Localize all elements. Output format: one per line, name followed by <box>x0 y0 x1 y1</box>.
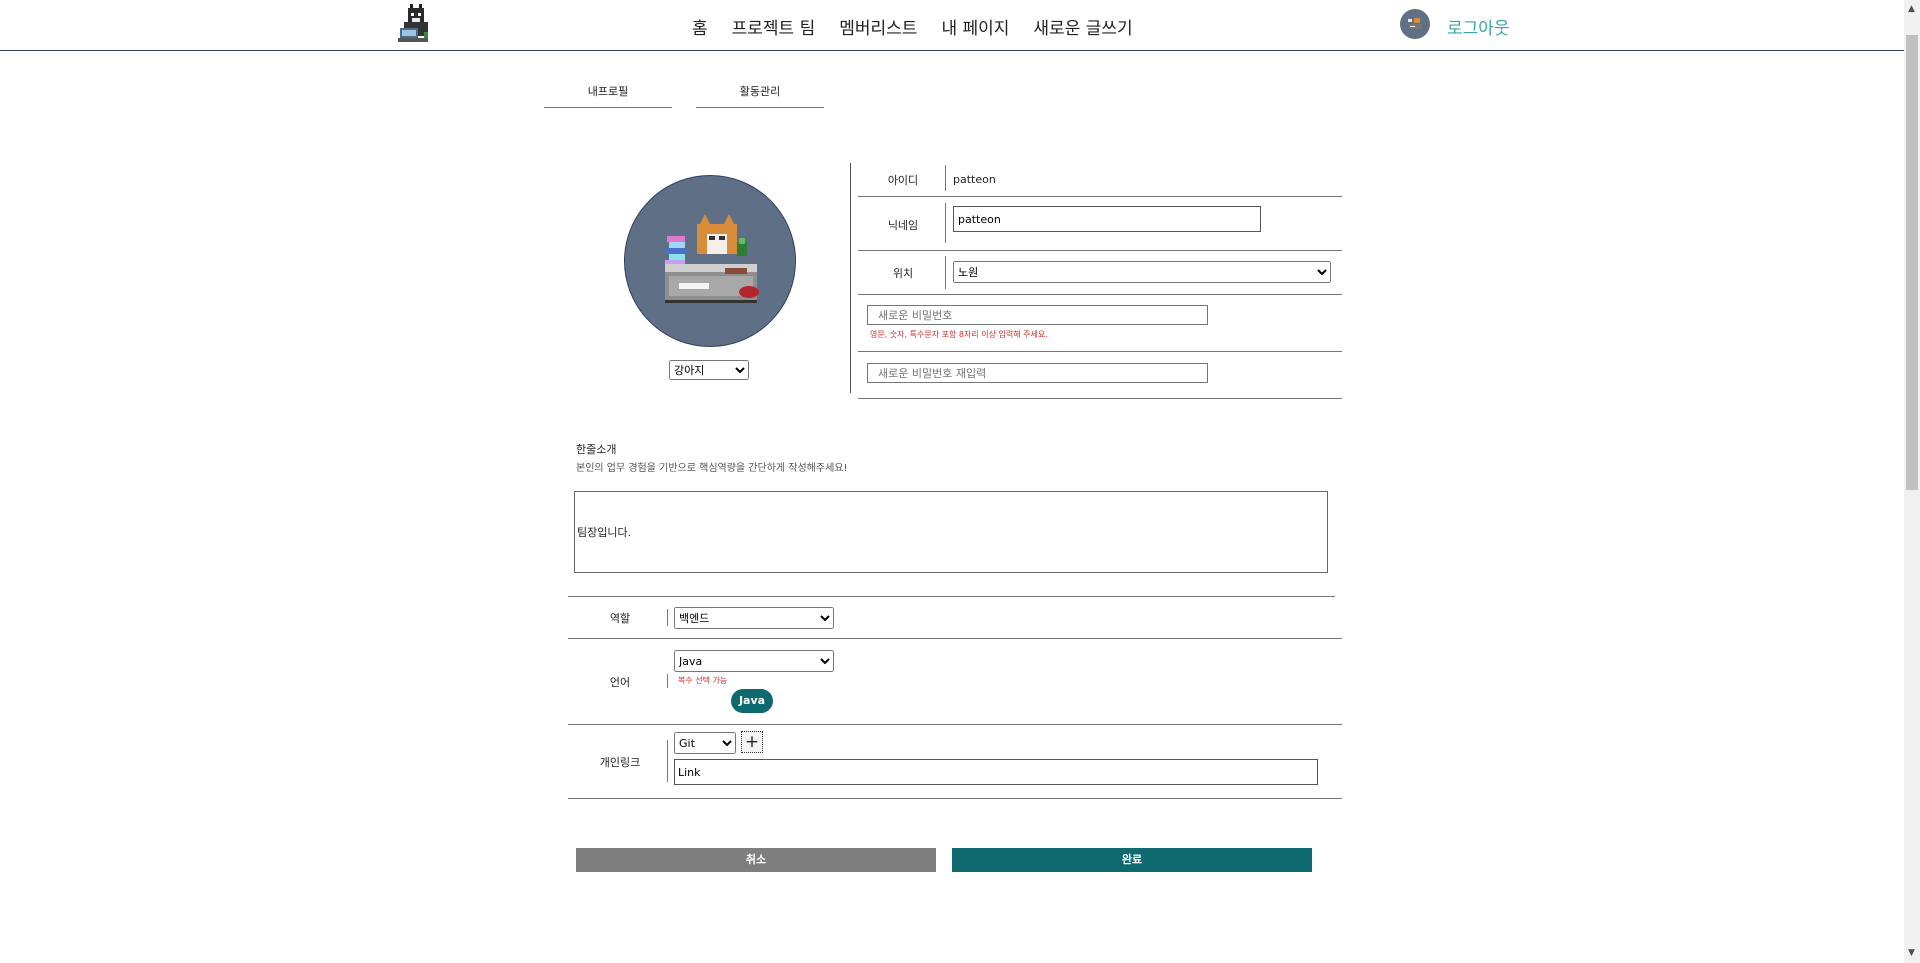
cancel-button[interactable]: 취소 <box>576 848 936 872</box>
nav-home[interactable]: 홈 <box>692 14 708 39</box>
main-nav: 홈 프로젝트 팀 멤버리스트 내 페이지 새로운 글쓰기 <box>692 14 1133 39</box>
nickname-input[interactable] <box>953 206 1261 232</box>
user-avatar-icon[interactable] <box>1400 9 1430 39</box>
tab-activity-management[interactable]: 활동관리 <box>696 83 824 108</box>
id-value: patteon <box>953 173 996 186</box>
section-divider <box>568 798 1342 799</box>
logout-link[interactable]: 로그아웃 <box>1447 14 1510 39</box>
section-divider <box>568 638 1342 639</box>
link-input[interactable] <box>674 759 1318 785</box>
intro-text: 팀장입니다. <box>577 526 632 539</box>
add-link-button[interactable]: + <box>741 731 763 753</box>
row-separator <box>667 609 668 626</box>
new-password-input[interactable] <box>867 305 1208 325</box>
intro-title: 한줄소개 <box>576 443 617 456</box>
personal-link-label: 개인링크 <box>599 756 641 769</box>
scroll-thumb[interactable] <box>1906 35 1918 490</box>
language-chip-java[interactable]: Java <box>731 689 773 713</box>
scroll-down-arrow-icon[interactable]: ▼ <box>1908 948 1915 958</box>
location-label: 위치 <box>892 267 914 280</box>
nav-new-post[interactable]: 새로운 글쓰기 <box>1033 14 1132 39</box>
language-label: 언어 <box>609 676 631 689</box>
section-divider <box>568 596 1335 597</box>
password-hint: 영문, 숫자, 특수문자 포함 8자리 이상 입력해 주세요. <box>870 330 1048 339</box>
row-divider <box>858 398 1342 399</box>
location-select[interactable]: 노원 <box>953 261 1331 283</box>
row-separator <box>945 256 946 289</box>
section-divider <box>568 724 1342 725</box>
role-select[interactable]: 백엔드 <box>674 607 834 629</box>
row-separator <box>945 203 946 243</box>
role-label: 역할 <box>609 612 631 625</box>
done-button[interactable]: 완료 <box>952 848 1312 872</box>
page-scrollbar[interactable]: ▲ ▼ <box>1904 0 1920 963</box>
id-label: 아이디 <box>887 174 919 187</box>
nav-member-list[interactable]: 멤버리스트 <box>839 14 917 39</box>
tab-my-profile[interactable]: 내프로필 <box>544 83 672 108</box>
row-separator <box>667 674 668 688</box>
row-divider <box>858 196 1342 197</box>
nickname-label: 닉네임 <box>887 219 919 232</box>
top-header: 홈 프로젝트 팀 멤버리스트 내 페이지 새로운 글쓰기 로그아웃 <box>0 0 1904 51</box>
link-type-select[interactable]: Git <box>674 732 736 754</box>
avatar-animal-select[interactable]: 강아지 <box>669 360 749 380</box>
intro-textarea[interactable]: 팀장입니다. <box>574 491 1328 573</box>
intro-description: 본인의 업무 경험을 기반으로 핵심역량을 간단하게 작성해주세요! <box>576 463 848 474</box>
row-divider <box>858 351 1342 352</box>
row-separator <box>945 165 946 191</box>
cat-logo-icon[interactable] <box>396 2 432 46</box>
nav-my-page[interactable]: 내 페이지 <box>941 14 1009 39</box>
cat-at-desk-icon <box>624 175 796 347</box>
row-divider <box>858 294 1342 295</box>
row-divider <box>858 250 1342 251</box>
profile-table-divider <box>850 163 851 393</box>
language-select[interactable]: Java <box>674 650 834 672</box>
language-hint: 복수 선택 가능 <box>678 676 728 685</box>
confirm-password-input[interactable] <box>867 363 1208 383</box>
scroll-up-arrow-icon[interactable]: ▲ <box>1908 4 1915 14</box>
row-separator <box>667 740 668 782</box>
nav-project-team[interactable]: 프로젝트 팀 <box>732 14 816 39</box>
